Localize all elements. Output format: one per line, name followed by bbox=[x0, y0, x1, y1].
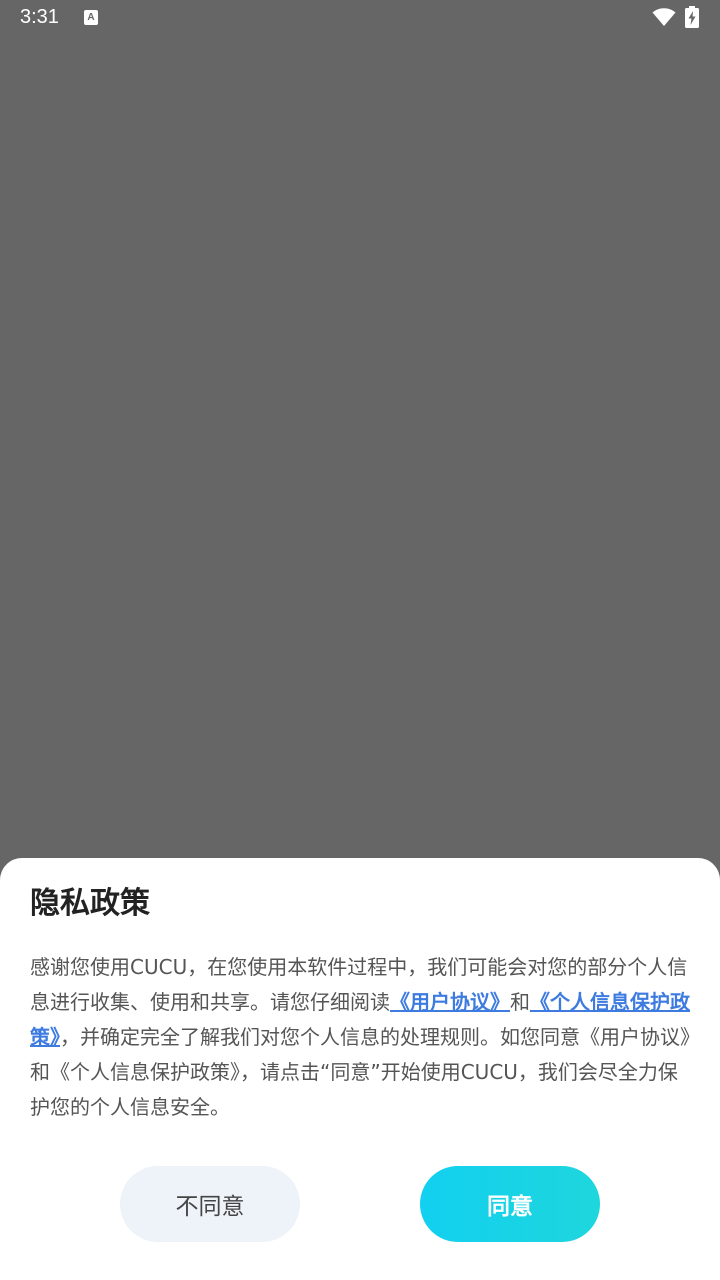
screen: 3:31 A 隐私政策 感谢您使用CUCU，在您使用本软件过程中，我们可能会对您… bbox=[0, 0, 720, 1280]
dialog-body: 感谢您使用CUCU，在您使用本软件过程中，我们可能会对您的部分个人信息进行收集、… bbox=[30, 950, 694, 1125]
a-notification-icon-letter: A bbox=[87, 12, 95, 23]
agree-button[interactable]: 同意 bbox=[420, 1166, 600, 1242]
body-conjunction-text: 和 bbox=[510, 990, 530, 1014]
body-rest-text: ，并确定完全了解我们对您个人信息的处理规则。如您同意《用户协议》和《个人信息保护… bbox=[30, 1025, 690, 1119]
user-agreement-link[interactable]: 《用户协议》 bbox=[390, 990, 510, 1014]
a-notification-icon: A bbox=[84, 10, 98, 25]
wifi-icon bbox=[652, 8, 676, 26]
status-bar: 3:31 A bbox=[0, 0, 720, 38]
disagree-button[interactable]: 不同意 bbox=[120, 1166, 300, 1242]
status-time: 3:31 bbox=[20, 6, 59, 28]
dialog-title: 隐私政策 bbox=[30, 886, 150, 921]
privacy-policy-dialog: 隐私政策 感谢您使用CUCU，在您使用本软件过程中，我们可能会对您的部分个人信息… bbox=[0, 858, 720, 1280]
battery-charging-icon bbox=[685, 6, 699, 28]
